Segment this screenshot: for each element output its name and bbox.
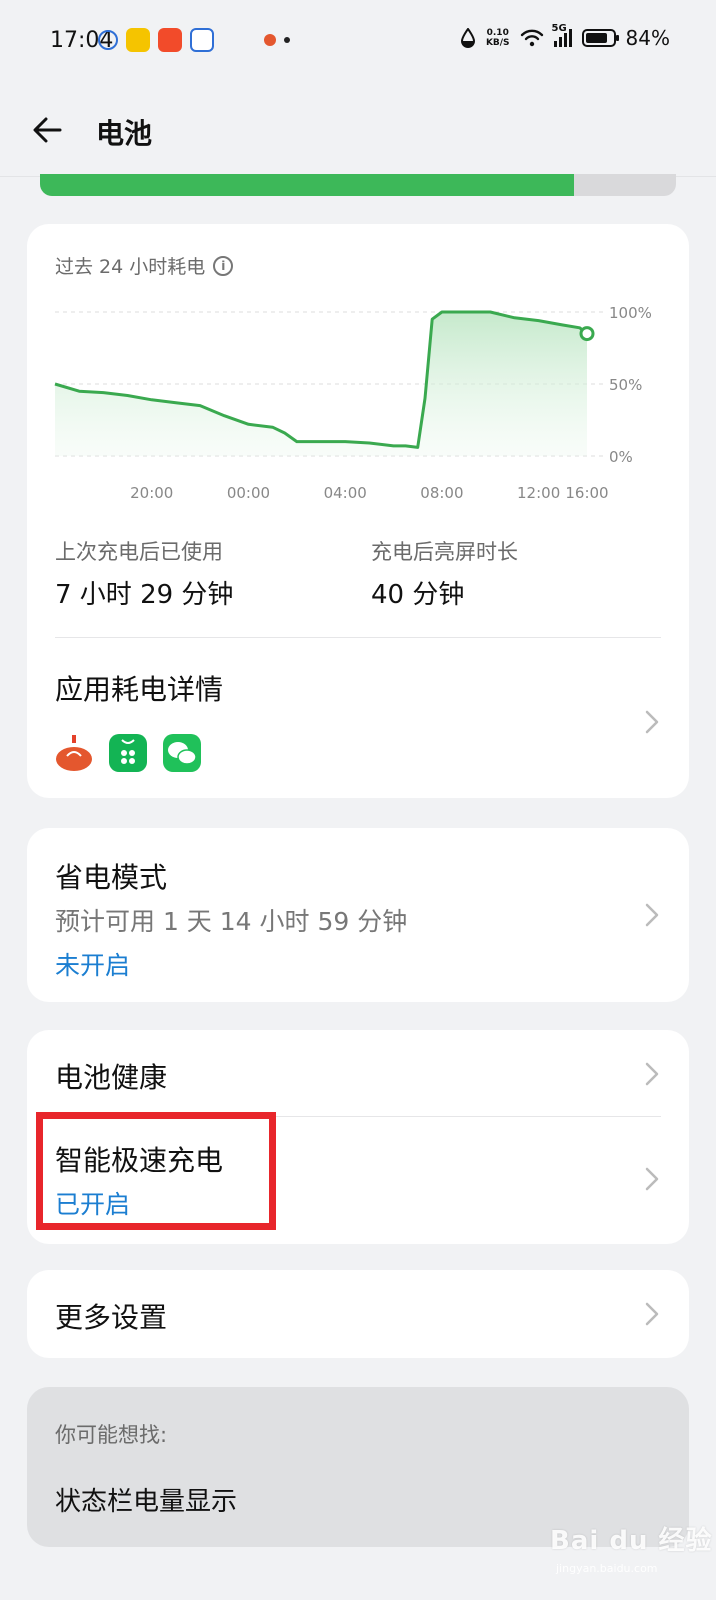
more-notifications-dot-icon [284,37,290,43]
power-saving-title: 省电模式 [55,861,168,894]
usage-chart: 100% 50% 0% 20:00 00:00 04:00 08:00 12:00 16:00 [54,304,652,502]
x-tick-label: 00:00 [227,484,270,502]
y-tick-label: 50% [609,376,642,394]
x-tick-label: 12:00 [517,484,560,502]
usage-chart-title-row[interactable]: 过去 24 小时耗电 i [55,252,234,279]
annotation-highlight-box [36,1112,276,1230]
wechat-app-icon [163,734,201,772]
battery-icon [581,29,619,47]
x-tick-label: 16:00 [565,484,608,502]
battery-level-bar-fill [40,174,575,196]
app-face-notification-icon [126,28,150,52]
status-right-icons: 0.10 KB/S 5G 84% [460,23,670,50]
tomato-app-icon [55,734,93,772]
screen-on-value: 40 分钟 [371,580,465,610]
net-speed-value: 0.10 [486,28,509,38]
baidu-notification-icon [190,28,214,52]
usage-chart-title: 过去 24 小时耗电 [55,256,206,278]
x-tick-label: 08:00 [420,484,463,502]
suggestions-label: 你可能想找: [55,1423,168,1447]
water-drop-icon [460,28,475,48]
chevron-right-icon [645,903,659,927]
x-tick-label: 20:00 [130,484,173,502]
battery-health-title: 电池健康 [55,1061,168,1094]
network-type: 5G [551,23,567,34]
since-charge-value: 7 小时 29 分钟 [55,580,234,610]
chevron-right-icon [645,1302,659,1326]
page-title: 电池 [96,117,153,150]
screen-on-label: 充电后亮屏时长 [371,540,518,564]
chevron-right-icon [645,1167,659,1191]
browser-notification-icon [98,30,118,50]
cellular-signal-icon: 5G [552,23,572,47]
app-usage-row[interactable]: 应用耗电详情 [27,638,689,798]
net-speed-unit: KB/S [485,38,510,48]
battery-health-row[interactable]: 电池健康 [27,1030,689,1116]
since-charge-label: 上次充电后已使用 [55,540,223,564]
back-arrow-icon[interactable] [28,110,68,150]
more-settings-card[interactable]: 更多设置 [27,1270,689,1358]
chevron-right-icon [645,710,659,734]
y-tick-label: 100% [609,304,652,322]
battery-percent: 84% [625,26,670,50]
app-icons-list [55,734,201,772]
info-icon[interactable]: i [213,255,234,276]
suggestion-item[interactable]: 状态栏电量显示 [55,1481,237,1518]
x-tick-label: 04:00 [324,484,367,502]
chevron-right-icon [645,1062,659,1086]
battery-level-fill [585,33,608,43]
notification-icons [98,28,290,52]
y-tick-label: 0% [609,448,633,466]
power-saving-card[interactable]: 省电模式 预计可用 1 天 14 小时 59 分钟 未开启 [27,828,689,1002]
video-play-notification-icon [158,28,182,52]
app-usage-title: 应用耗电详情 [55,673,224,706]
net-speed: 0.10 KB/S [486,28,510,48]
usage-card: 过去 24 小时耗电 i 100% 50% 0% 20:00 00:00 04:00 08… [27,224,689,798]
battery-level-bar [40,174,676,196]
power-saving-estimate: 预计可用 1 天 14 小时 59 分钟 [55,907,408,936]
current-level-marker [579,326,595,342]
green-store-app-icon [109,734,147,772]
tomato-notification-icon [264,34,276,46]
app-header: 电池 [0,96,716,174]
watermark: Bai du 经验 [550,1526,713,1556]
power-saving-status: 未开启 [55,951,131,980]
watermark-url: jingyan.baidu.com [556,1562,658,1575]
status-bar: 17:04 0.10 KB/S 5G 84% [0,0,716,84]
wifi-icon [520,29,543,47]
more-settings-title: 更多设置 [55,1301,168,1334]
